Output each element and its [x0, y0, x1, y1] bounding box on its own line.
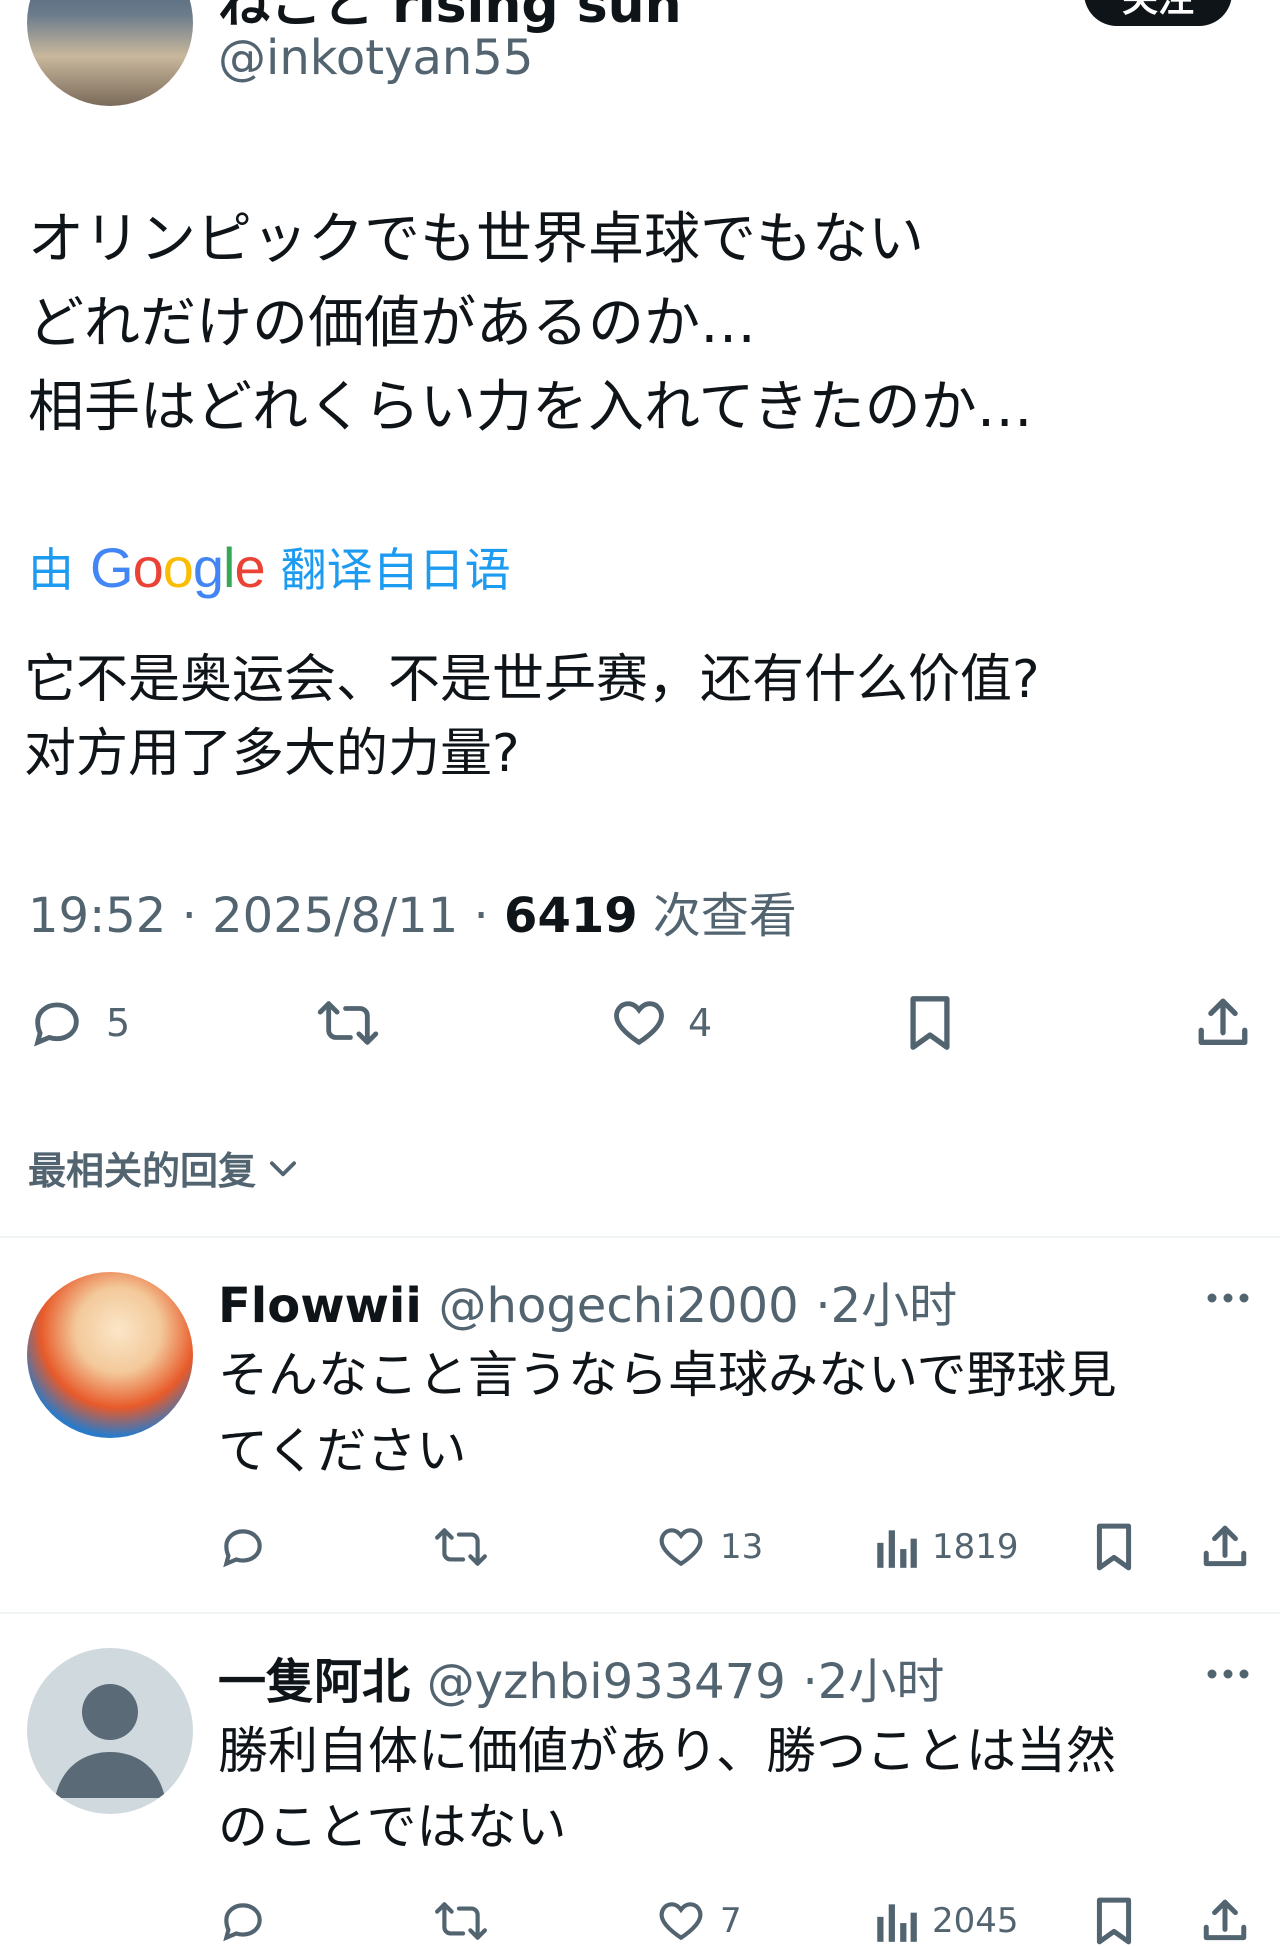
reply-views-button[interactable]: 1819 — [874, 1522, 1019, 1572]
more-icon[interactable] — [1206, 1668, 1250, 1680]
follow-button[interactable]: 关注 — [1084, 0, 1232, 26]
tweet-meta: 19:52 · 2025/8/11 · 6419 次查看 — [28, 876, 797, 946]
like-icon — [656, 1896, 706, 1946]
translate-suffix: 翻译自日语 — [280, 543, 511, 597]
reply-reply-button[interactable] — [218, 1522, 268, 1572]
reply-icon — [218, 1522, 268, 1572]
reply-button[interactable]: 5 — [28, 994, 130, 1052]
share-icon — [1194, 994, 1252, 1052]
author-avatar[interactable] — [27, 0, 193, 106]
bookmark-icon — [1092, 1896, 1136, 1946]
bookmark-icon — [904, 994, 956, 1052]
reply-like-button[interactable]: 13 — [656, 1522, 763, 1572]
views-icon — [874, 1896, 918, 1946]
share-icon — [1200, 1522, 1250, 1572]
reply-icon — [28, 994, 86, 1052]
default-avatar-icon — [55, 1684, 165, 1798]
google-logo-letter: G — [90, 535, 134, 599]
reply-retweet-button[interactable] — [434, 1896, 488, 1946]
divider — [0, 1236, 1280, 1238]
tweet-time[interactable]: 19:52 — [28, 888, 166, 944]
bookmark-icon — [1092, 1522, 1136, 1572]
reply-bookmark-button[interactable] — [1092, 1522, 1136, 1572]
reply-handle[interactable]: @hogechi2000 — [439, 1278, 799, 1334]
google-logo-letter: o — [162, 535, 194, 599]
reply-views-button[interactable]: 2045 — [874, 1896, 1019, 1946]
chevron-down-icon — [264, 1149, 302, 1187]
tweet-date[interactable]: 2025/8/11 — [212, 888, 458, 944]
google-logo: Google — [90, 535, 266, 600]
divider — [0, 1612, 1280, 1614]
views-icon — [874, 1522, 918, 1572]
reply-text-line: てください — [218, 1422, 467, 1480]
translation-attribution[interactable]: 由 Google 翻译自日语 — [28, 534, 511, 600]
reply-view-count: 2045 — [932, 1901, 1019, 1941]
reply-handle[interactable]: @yzhbi933479 — [427, 1654, 786, 1710]
reply-share-button[interactable] — [1200, 1522, 1250, 1572]
sort-label: 最相关的回复 — [28, 1149, 257, 1193]
view-count: 6419 — [504, 888, 638, 944]
share-icon — [1200, 1896, 1250, 1946]
reply-text-line: のことではない — [218, 1798, 567, 1856]
retweet-icon — [434, 1896, 488, 1946]
like-icon — [656, 1522, 706, 1572]
tweet-translated-line: 对方用了多大的力量? — [24, 724, 520, 784]
google-logo-letter: e — [234, 535, 265, 599]
like-button[interactable]: 4 — [610, 994, 712, 1052]
retweet-icon — [316, 994, 380, 1052]
reply-display-name[interactable]: Flowwii — [218, 1278, 422, 1334]
reply-share-button[interactable] — [1200, 1896, 1250, 1946]
reply-retweet-button[interactable] — [434, 1522, 488, 1572]
tweet-translated-line: 它不是奥运会、不是世乒赛，还有什么价值? — [24, 650, 1040, 710]
reply-reply-button[interactable] — [218, 1896, 268, 1946]
reply-display-name[interactable]: 一隻阿北 — [218, 1654, 410, 1710]
like-icon — [610, 994, 668, 1052]
reply-like-button[interactable]: 7 — [656, 1896, 742, 1946]
reply-avatar[interactable] — [27, 1272, 193, 1438]
reply-view-count: 1819 — [932, 1527, 1019, 1567]
reply-bookmark-button[interactable] — [1092, 1896, 1136, 1946]
reply-avatar[interactable] — [27, 1648, 193, 1814]
retweet-button[interactable] — [316, 994, 380, 1052]
reply-like-count: 13 — [720, 1527, 764, 1567]
reply-author[interactable]: Flowwii @hogechi2000 ·2小时 — [218, 1266, 957, 1336]
meta-separator: · — [181, 888, 197, 944]
tweet-original-line: オリンピックでも世界卓球でもない — [28, 207, 924, 272]
view-label: 次查看 — [652, 888, 797, 944]
reply-time[interactable]: ·2小时 — [803, 1654, 945, 1710]
tweet-original-line: どれだけの価値があるのか… — [28, 291, 756, 356]
reply-text-line: 勝利自体に価値があり、勝つことは当然 — [218, 1722, 1116, 1780]
meta-separator: · — [473, 888, 489, 944]
tweet-original-line: 相手はどれくらい力を入れてきたのか… — [28, 375, 1033, 440]
sort-replies-dropdown[interactable]: 最相关的回复 — [28, 1140, 302, 1195]
reply-icon — [218, 1896, 268, 1946]
share-button[interactable] — [1194, 994, 1252, 1052]
retweet-icon — [434, 1522, 488, 1572]
reply-text-line: そんなこと言うなら卓球みないで野球見 — [218, 1346, 1117, 1404]
google-logo-letter: l — [223, 535, 235, 599]
reply-author[interactable]: 一隻阿北 @yzhbi933479 ·2小时 — [218, 1642, 944, 1712]
reply-like-count: 7 — [720, 1901, 742, 1941]
translate-prefix: 由 — [28, 543, 74, 597]
reply-time[interactable]: ·2小时 — [815, 1278, 957, 1334]
google-logo-letter: g — [192, 535, 224, 599]
google-logo-letter: o — [132, 535, 164, 599]
more-icon[interactable] — [1206, 1292, 1250, 1304]
reply-count: 5 — [106, 1001, 131, 1045]
author-handle[interactable]: @inkotyan55 — [218, 30, 533, 86]
like-count: 4 — [688, 1001, 713, 1045]
bookmark-button[interactable] — [904, 994, 956, 1052]
